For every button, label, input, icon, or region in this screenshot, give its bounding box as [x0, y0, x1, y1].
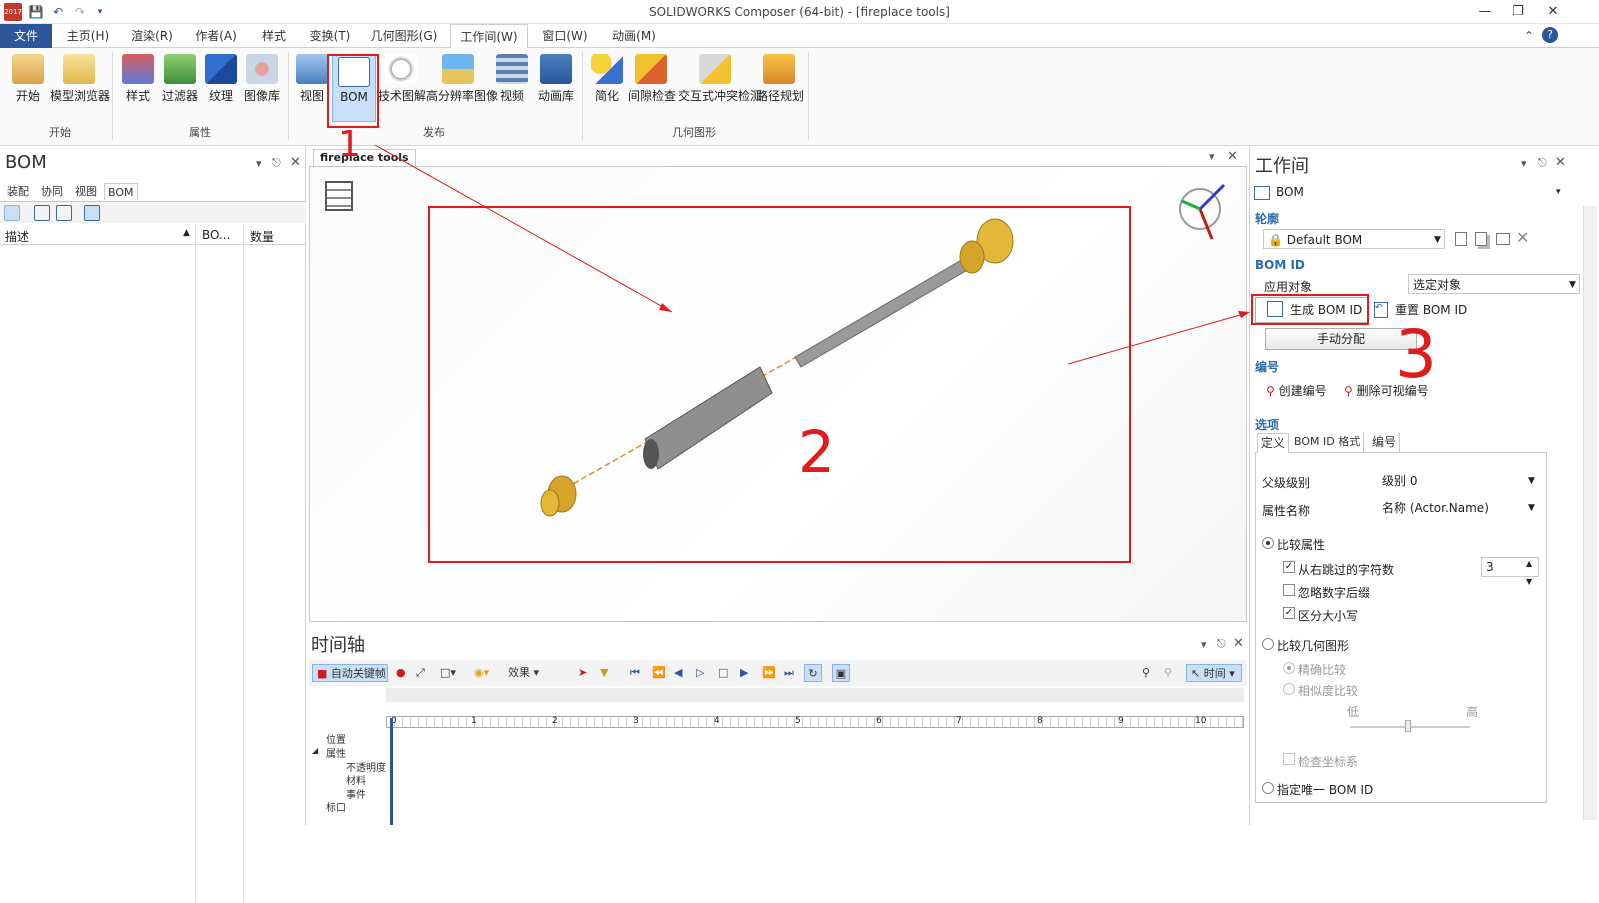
annotation-number-2: 2: [798, 418, 835, 486]
annotation-number-3: 3: [1395, 316, 1437, 393]
annotation-arrows: [374, 144, 1250, 365]
annotation-number-1: 1: [338, 124, 361, 165]
